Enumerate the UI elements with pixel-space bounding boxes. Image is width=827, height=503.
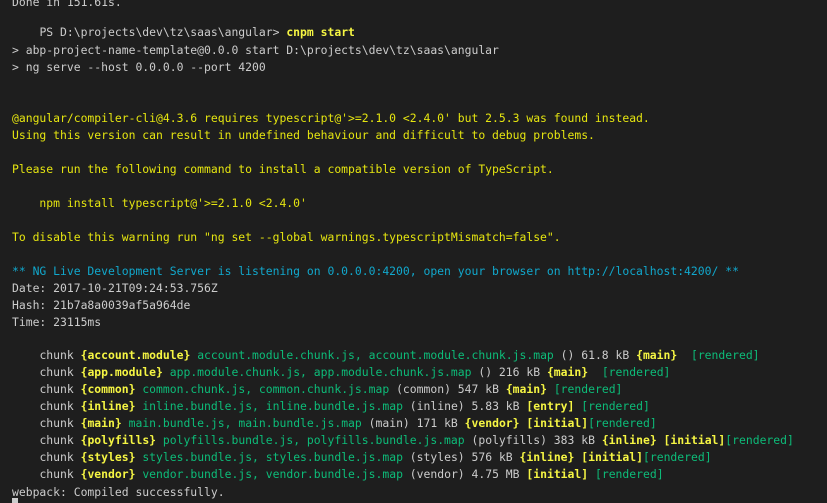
chunk-rendered: [rendered]: [594, 467, 664, 481]
chunk-rendered: [rendered]: [684, 348, 760, 362]
terminal-line-prompt: PS D:\projects\dev\tz\saas\angular> cnpm…: [12, 8, 354, 39]
terminal-line-chunk: chunk {account.module} account.module.ch…: [12, 331, 759, 362]
terminal-line-chunk: chunk {common} common.chunk.js, common.c…: [12, 365, 622, 396]
terminal-line-compiled: webpack: Compiled successfully.: [12, 485, 225, 499]
terminal-line-warning-3: Please run the following command to inst…: [12, 162, 554, 176]
terminal-line-hash: Hash: 21b7a8a0039af5a964de: [12, 298, 191, 312]
terminal-line-server: ** NG Live Development Server is listeni…: [12, 264, 739, 278]
terminal-line-ng-serve: > ng serve --host 0.0.0.0 --port 4200: [12, 60, 266, 74]
terminal-line-warning-4: npm install typescript@'>=2.1.0 <2.4.0': [12, 196, 307, 210]
chunk-rendered: [rendered]: [725, 433, 794, 447]
chunk-label: chunk: [39, 467, 74, 481]
terminal-line-warning-5: To disable this warning run "ng set --gl…: [12, 230, 561, 244]
shell-prompt: PS D:\projects\dev\tz\saas\angular>: [39, 25, 280, 39]
terminal-line-chunk: chunk {app.module} app.module.chunk.js, …: [12, 348, 670, 379]
chunk-parent: [initial]: [526, 467, 589, 481]
terminal-line-npm-run: > abp-project-name-template@0.0.0 start …: [12, 43, 499, 57]
chunk-size: (vendor) 4.75 MB: [409, 467, 520, 481]
terminal-line-warning-2: Using this version can result in undefin…: [12, 128, 595, 142]
terminal-line-chunk: chunk {polyfills} polyfills.bundle.js, p…: [12, 416, 793, 447]
terminal-line-chunk: chunk {styles} styles.bundle.js, styles.…: [12, 433, 711, 464]
shell-command: cnpm start: [286, 25, 355, 39]
terminal-line-chunk: chunk {main} main.bundle.js, main.bundle…: [12, 399, 656, 430]
terminal-line-chunk: chunk {vendor} vendor.bundle.js, vendor.…: [12, 450, 663, 481]
terminal-line-time: Time: 23115ms: [12, 315, 102, 329]
chunk-name: {vendor}: [80, 467, 136, 481]
terminal-line-chunk: chunk {inline} inline.bundle.js, inline.…: [12, 382, 649, 413]
terminal-cursor: [12, 498, 18, 503]
chunk-files: vendor.bundle.js, vendor.bundle.js.map: [142, 467, 403, 481]
terminal-line-warning-1: @angular/compiler-cli@4.3.6 requires typ…: [12, 111, 650, 125]
terminal-window[interactable]: Done in 151.61s. PS D:\projects\dev\tz\s…: [0, 0, 827, 503]
terminal-line-date: Date: 2017-10-21T09:24:53.756Z: [12, 281, 218, 295]
